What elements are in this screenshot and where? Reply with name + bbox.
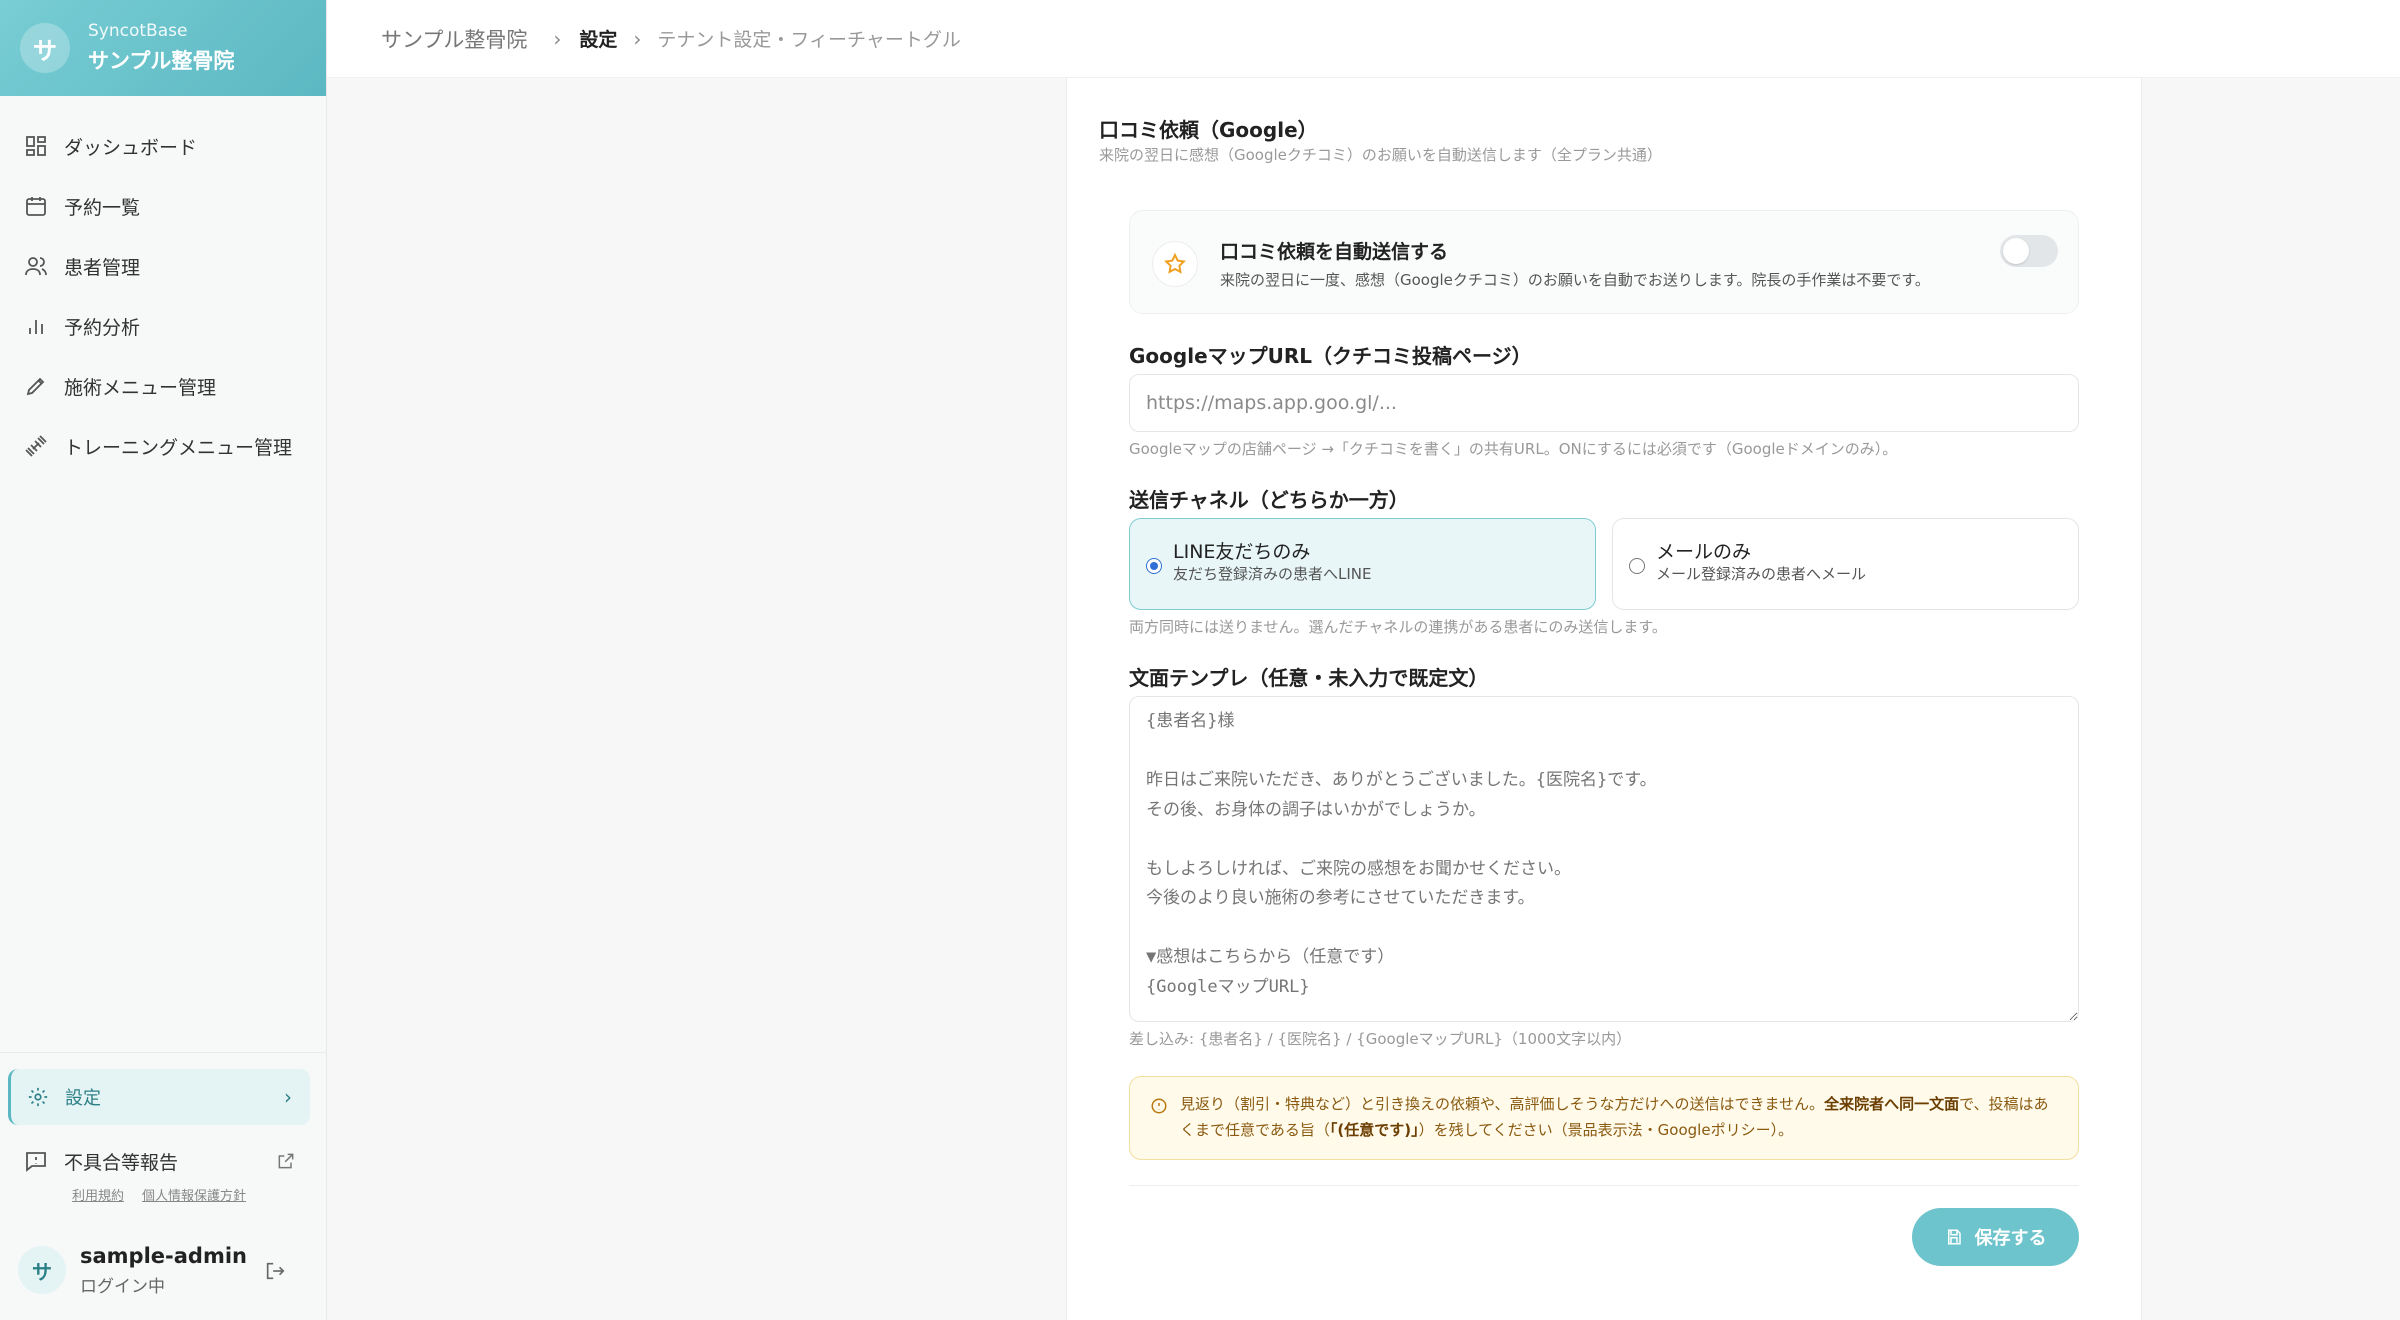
channel-option-line[interactable]: LINE友だちのみ 友だち登録済みの患者へLINE [1129, 518, 1596, 610]
notice-emphasis: 全来院者へ同一文面 [1824, 1095, 1960, 1113]
nav-item-treatment-menu[interactable]: 施術メニュー管理 [0, 356, 326, 416]
gear-icon [28, 1087, 48, 1107]
channel-option-sub: メール登録済みの患者へメール [1656, 565, 1867, 583]
brand-header[interactable]: サ SyncotBase サンプル整骨院 [0, 0, 326, 96]
breadcrumb-separator: › [633, 26, 642, 51]
feedback-icon [26, 1152, 46, 1172]
settings-label: 設定 [65, 1088, 101, 1109]
chevron-right-icon: › [284, 1085, 292, 1109]
app-name: SyncotBase [88, 21, 188, 41]
nav-item-patients[interactable]: 患者管理 [0, 236, 326, 296]
save-icon [1947, 1229, 1961, 1245]
maps-url-hint: Googleマップの店舗ページ →「クチコミを書く」の共有URL。ONにするには… [1129, 440, 1898, 458]
nav-item-analytics[interactable]: 予約分析 [0, 296, 326, 356]
auto-send-toggle-row: 口コミ依頼を自動送信する 来院の翌日に一度、感想（Googleクチコミ）のお願い… [1129, 210, 2079, 314]
user-text: sample-admin ログイン中 [80, 1244, 247, 1297]
report-label: 不具合等報告 [64, 1151, 179, 1174]
nav-item-report[interactable]: 不具合等報告 [0, 1133, 326, 1189]
channel-label: 送信チャネル（どちらか一方） [1129, 488, 1409, 512]
radio-selected[interactable] [1146, 558, 1162, 574]
nav-item-label: 施術メニュー管理 [64, 376, 217, 399]
star-icon-wrap [1152, 241, 1198, 287]
toggle-knob [2003, 238, 2029, 264]
save-label: 保存する [1974, 1228, 2047, 1249]
policy-notice: 見返り（割引・特典など）と引き換えの依頼や、高評価しそうな方だけへの送信はできま… [1129, 1076, 2079, 1160]
notice-text: ）を残してください（景品表示法・Googleポリシー）。 [1418, 1121, 1794, 1139]
breadcrumb-settings[interactable]: 設定 [579, 25, 617, 52]
sidebar-footer: 設定 › 不具合等報告 利用規約 個人情報保護方針 サ sample-admin… [0, 1052, 326, 1320]
info-icon [1151, 1098, 1167, 1114]
channel-option-email[interactable]: メールのみ メール登録済みの患者へメール [1612, 518, 2079, 610]
nav-item-label: ダッシュボード [64, 136, 198, 159]
dumbbell-icon [25, 435, 47, 457]
maps-url-input[interactable] [1129, 374, 2079, 432]
user-status: ログイン中 [80, 1276, 165, 1297]
maps-url-label: GoogleマップURL（クチコミ投稿ページ） [1129, 344, 1532, 368]
avatar: サ [18, 1246, 66, 1294]
external-link-icon [278, 1153, 294, 1169]
nav-item-label: 予約分析 [64, 316, 141, 339]
dashboard-icon [26, 136, 46, 156]
breadcrumb: サンプル整骨院 › 設定 › テナント設定・フィーチャートグル [327, 0, 2400, 78]
auto-send-toggle[interactable] [2000, 235, 2058, 267]
pencil-icon [26, 377, 45, 396]
channel-option-sub: 友だち登録済みの患者へLINE [1173, 565, 1372, 583]
bar-chart-icon [29, 320, 43, 334]
notice-emphasis: 「(任意です)」 [1329, 1121, 1419, 1139]
auto-send-description: 来院の翌日に一度、感想（Googleクチコミ）のお願いを自動でお送りします。院長… [1220, 271, 1930, 289]
breadcrumb-separator: › [553, 26, 562, 51]
channel-hint: 両方同時には送りません。選んだチャネルの連携がある患者にのみ送信します。 [1129, 618, 1667, 636]
radio-unselected[interactable] [1629, 558, 1645, 574]
settings-card: 口コミ依頼（Google） 来院の翌日に感想（Googleクチコミ）のお願いを自… [1066, 78, 2142, 1320]
save-button[interactable]: 保存する [1912, 1208, 2079, 1266]
clinic-name: サンプル整骨院 [88, 49, 235, 73]
calendar-icon [26, 197, 46, 216]
template-textarea[interactable] [1129, 696, 2079, 1022]
brand-avatar: サ [20, 23, 70, 73]
channel-option-title: LINE友だちのみ [1173, 541, 1311, 563]
breadcrumb-page: テナント設定・フィーチャートグル [657, 29, 961, 51]
brand-text: SyncotBase サンプル整骨院 [88, 21, 234, 75]
notice-text: 見返り（割引・特典など）と引き換えの依頼や、高評価しそうな方だけへの送信はできま… [1180, 1095, 1825, 1113]
sidebar: サ SyncotBase サンプル整骨院 ダッシュボード 予約一覧 患者管理 予… [0, 0, 327, 1320]
section-title: 口コミ依頼（Google） [1099, 118, 1318, 142]
user-box: サ sample-admin ログイン中 [0, 1234, 326, 1306]
star-icon [1164, 252, 1186, 274]
nav-item-dashboard[interactable]: ダッシュボード [0, 116, 326, 176]
main-nav: ダッシュボード 予約一覧 患者管理 予約分析 施術メニュー管理 トレーニングメニ… [0, 96, 326, 476]
nav-item-settings[interactable]: 設定 › [8, 1069, 310, 1125]
breadcrumb-clinic[interactable]: サンプル整骨院 [381, 24, 527, 54]
divider [1129, 1185, 2079, 1186]
users-icon [25, 257, 47, 276]
nav-item-label: 予約一覧 [64, 196, 141, 219]
nav-item-reservations[interactable]: 予約一覧 [0, 176, 326, 236]
section-description: 来院の翌日に感想（Googleクチコミ）のお願いを自動送信します（全プラン共通） [1099, 146, 1662, 164]
nav-item-training-menu[interactable]: トレーニングメニュー管理 [0, 416, 326, 476]
user-name: sample-admin [80, 1243, 247, 1268]
template-label: 文面テンプレ（任意・未入力で既定文） [1129, 666, 1489, 690]
logout-icon[interactable] [264, 1260, 286, 1282]
template-hint: 差し込み: {患者名} / {医院名} / {GoogleマップURL}（100… [1129, 1030, 1632, 1048]
nav-item-label: トレーニングメニュー管理 [64, 436, 293, 459]
channel-option-title: メールのみ [1656, 541, 1752, 563]
nav-item-label: 患者管理 [64, 256, 141, 279]
auto-send-title: 口コミ依頼を自動送信する [1220, 241, 1449, 263]
